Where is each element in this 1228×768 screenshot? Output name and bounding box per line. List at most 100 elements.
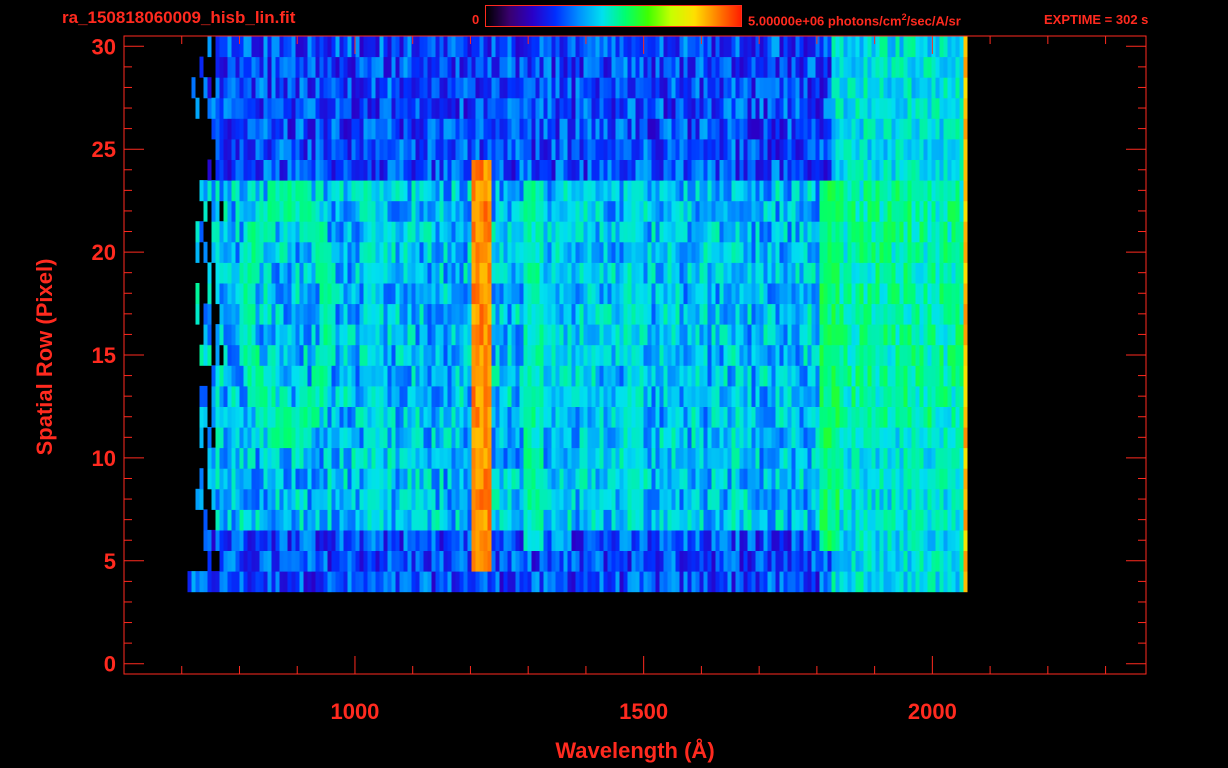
heatmap-cell: [347, 447, 352, 469]
heatmap-cell: [503, 571, 508, 593]
heatmap-cell: [615, 550, 620, 572]
heatmap-cell: [491, 138, 496, 160]
heatmap-cell: [207, 262, 212, 284]
heatmap-cell: [427, 571, 432, 593]
heatmap-cell: [539, 488, 544, 510]
heatmap-cell: [787, 283, 792, 305]
heatmap-cell: [951, 159, 956, 181]
heatmap-cell: [815, 324, 820, 346]
heatmap-cell: [311, 97, 316, 119]
heatmap-cell: [887, 550, 892, 572]
heatmap-cell: [735, 427, 740, 449]
heatmap-cell: [959, 221, 964, 243]
heatmap-cell: [255, 468, 260, 490]
heatmap-cell: [563, 550, 568, 572]
heatmap-cell: [779, 241, 784, 263]
heatmap-cell: [655, 262, 660, 284]
heatmap-cell: [871, 241, 876, 263]
heatmap-cell: [663, 180, 668, 202]
heatmap-cell: [231, 488, 236, 510]
heatmap-cell: [395, 241, 400, 263]
heatmap-cell: [555, 77, 560, 99]
heatmap-cell: [459, 509, 464, 531]
heatmap-cell: [591, 529, 596, 551]
heatmap-cell: [391, 200, 396, 222]
heatmap-cell: [883, 56, 888, 78]
heatmap-cell: [439, 138, 444, 160]
heatmap-cell: [231, 56, 236, 78]
heatmap-cell: [203, 77, 208, 99]
heatmap-cell: [743, 365, 748, 387]
heatmap-cell: [379, 365, 384, 387]
heatmap-cell: [891, 365, 896, 387]
heatmap-cell: [859, 262, 864, 284]
heatmap-cell: [327, 221, 332, 243]
heatmap-cell: [315, 97, 320, 119]
heatmap-cell: [415, 571, 420, 593]
heatmap-cell: [243, 550, 248, 572]
heatmap-cell: [287, 200, 292, 222]
heatmap-cell: [571, 529, 576, 551]
heatmap-cell: [919, 221, 924, 243]
heatmap-cell: [827, 365, 832, 387]
heatmap-cell: [475, 97, 480, 119]
heatmap-cell: [947, 262, 952, 284]
heatmap-cell: [267, 427, 272, 449]
heatmap-cell: [623, 262, 628, 284]
heatmap-cell: [775, 550, 780, 572]
heatmap-cell: [387, 118, 392, 140]
heatmap-cell: [783, 77, 788, 99]
heatmap-cell: [515, 344, 520, 366]
heatmap-cell: [727, 406, 732, 428]
heatmap-cell: [731, 77, 736, 99]
heatmap-cell: [503, 262, 508, 284]
heatmap-cell: [315, 303, 320, 325]
heatmap-cell: [751, 303, 756, 325]
heatmap-cell: [227, 468, 232, 490]
heatmap-cell: [307, 262, 312, 284]
heatmap-cell: [499, 200, 504, 222]
heatmap-cell: [919, 365, 924, 387]
heatmap-cell: [351, 406, 356, 428]
heatmap-cell: [379, 385, 384, 407]
heatmap-cell: [511, 77, 516, 99]
heatmap-cell: [951, 468, 956, 490]
heatmap-cell: [883, 385, 888, 407]
heatmap-cell: [303, 447, 308, 469]
heatmap-cell: [431, 427, 436, 449]
heatmap-cell: [867, 488, 872, 510]
heatmap-cell: [611, 262, 616, 284]
heatmap-cell: [335, 138, 340, 160]
heatmap-cell: [555, 118, 560, 140]
heatmap-cell: [531, 221, 536, 243]
heatmap-cell: [519, 118, 524, 140]
heatmap-cell: [451, 406, 456, 428]
heatmap-cell: [331, 262, 336, 284]
heatmap-cell: [847, 529, 852, 551]
heatmap-cell: [411, 529, 416, 551]
heatmap-cell: [299, 427, 304, 449]
heatmap-cell: [851, 283, 856, 305]
heatmap-cell: [323, 529, 328, 551]
heatmap-cell: [939, 488, 944, 510]
heatmap-cell: [467, 468, 472, 490]
heatmap-cell: [607, 571, 612, 593]
heatmap-cell: [411, 303, 416, 325]
heatmap-cell: [875, 385, 880, 407]
heatmap-cell: [303, 241, 308, 263]
heatmap-cell: [323, 427, 328, 449]
heatmap-cell: [247, 365, 252, 387]
heatmap-cell: [551, 427, 556, 449]
heatmap-cell: [823, 159, 828, 181]
heatmap-cell: [455, 200, 460, 222]
heatmap-cell: [727, 56, 732, 78]
heatmap-cell: [963, 200, 968, 222]
heatmap-cell: [887, 344, 892, 366]
heatmap-cell: [947, 97, 952, 119]
heatmap-cell: [687, 488, 692, 510]
heatmap-cell: [527, 200, 532, 222]
heatmap-cell: [755, 138, 760, 160]
heatmap-cell: [267, 324, 272, 346]
heatmap-cell: [459, 77, 464, 99]
heatmap-cell: [431, 56, 436, 78]
